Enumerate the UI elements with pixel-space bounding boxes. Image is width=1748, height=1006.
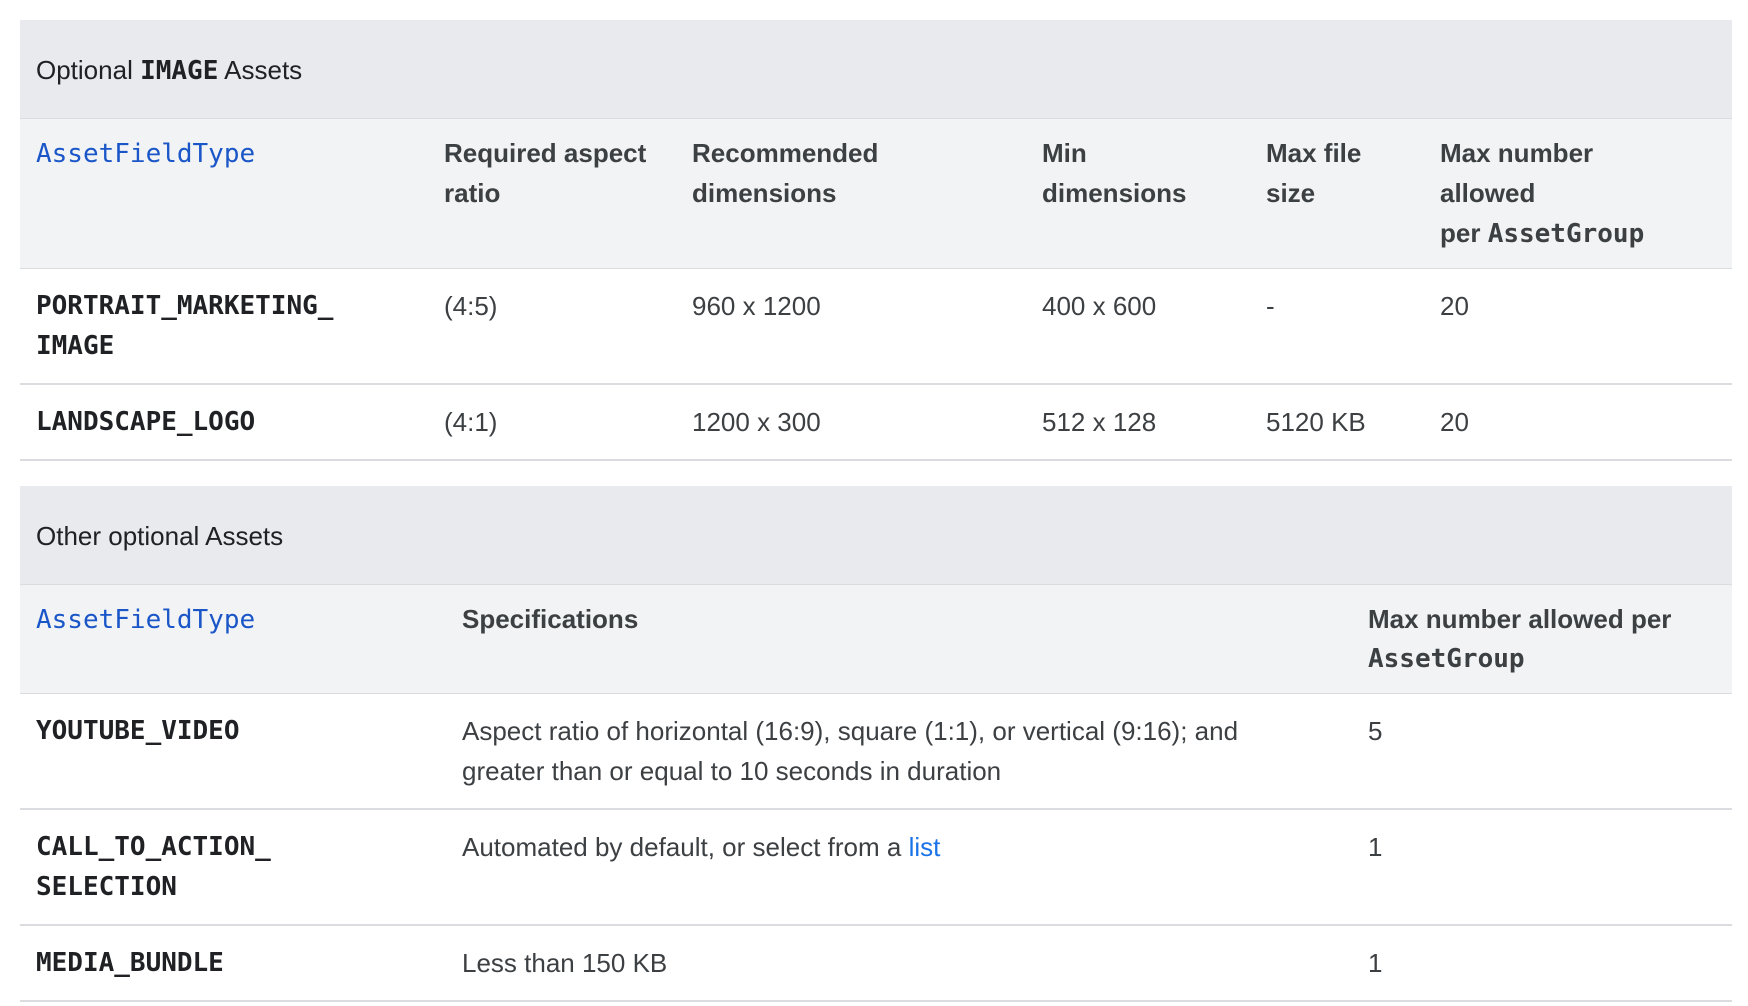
max-number-cell: 1 bbox=[1352, 925, 1732, 1002]
header-line: allowed bbox=[1440, 178, 1536, 208]
header-line: ratio bbox=[444, 178, 501, 208]
table-row: MEDIA_BUNDLE Less than 150 KB 1 bbox=[20, 925, 1732, 1002]
header-max-number: Max number allowed per AssetGroup bbox=[1424, 118, 1733, 269]
title-prefix: Optional bbox=[36, 54, 141, 85]
max-number-cell: 20 bbox=[1424, 384, 1733, 461]
header-line: size bbox=[1266, 178, 1316, 208]
header-prefix: per bbox=[1440, 218, 1488, 248]
table-row: PORTRAIT_MARKETING_ IMAGE (4:5) 960 x 12… bbox=[20, 268, 1733, 385]
field-type-line: CALL_TO_ACTION_ bbox=[36, 832, 271, 862]
header-specifications: Specifications bbox=[446, 584, 1352, 694]
list-link[interactable]: list bbox=[909, 832, 941, 862]
header-line: Max file bbox=[1266, 138, 1362, 168]
header-line: Max number bbox=[1440, 138, 1594, 168]
header-aspect-ratio: Required aspect ratio bbox=[428, 118, 676, 269]
min-dimensions-cell: 512 x 128 bbox=[1026, 384, 1250, 461]
spec-text: Automated by default, or select from a bbox=[462, 832, 909, 862]
asset-field-type-cell: YOUTUBE_VIDEO bbox=[20, 693, 446, 810]
header-line: Max number allowed per bbox=[1368, 604, 1672, 634]
max-number-cell: 1 bbox=[1352, 809, 1732, 926]
header-line: Min bbox=[1042, 138, 1087, 168]
header-line: dimensions bbox=[1042, 178, 1187, 208]
header-asset-field-type[interactable]: AssetFieldType bbox=[20, 118, 428, 269]
asset-field-type-cell: LANDSCAPE_LOGO bbox=[20, 384, 428, 461]
header-code: AssetGroup bbox=[1487, 219, 1645, 249]
header-code: AssetGroup bbox=[1368, 644, 1525, 674]
table-row: YOUTUBE_VIDEO Aspect ratio of horizontal… bbox=[20, 693, 1732, 810]
specifications-cell: Less than 150 KB bbox=[446, 925, 1352, 1002]
min-dimensions-cell: 400 x 600 bbox=[1026, 268, 1250, 385]
header-line: Required aspect bbox=[444, 138, 647, 168]
max-file-size-cell: 5120 KB bbox=[1250, 384, 1424, 461]
aspect-ratio-cell: (4:1) bbox=[428, 384, 676, 461]
table-row: CALL_TO_ACTION_ SELECTION Automated by d… bbox=[20, 809, 1732, 926]
asset-field-type-link[interactable]: AssetFieldType bbox=[36, 139, 255, 169]
recommended-dimensions-cell: 960 x 1200 bbox=[676, 268, 1026, 385]
field-type-line: SELECTION bbox=[36, 872, 177, 902]
other-table-title: Other optional Assets bbox=[20, 486, 1732, 585]
max-number-cell: 5 bbox=[1352, 693, 1732, 810]
header-line: Recommended bbox=[692, 138, 879, 168]
image-table-title: Optional IMAGE Assets bbox=[20, 20, 1733, 119]
header-max-number: Max number allowed per AssetGroup bbox=[1352, 584, 1732, 694]
other-table-header-row: AssetFieldType Specifications Max number… bbox=[20, 584, 1732, 694]
specifications-cell: Automated by default, or select from a l… bbox=[446, 809, 1352, 926]
other-assets-table: Other optional Assets AssetFieldType Spe… bbox=[20, 486, 1732, 1002]
max-file-size-cell: - bbox=[1250, 268, 1424, 385]
header-line: per AssetGroup bbox=[1440, 213, 1716, 254]
table-row: LANDSCAPE_LOGO (4:1) 1200 x 300 512 x 12… bbox=[20, 384, 1733, 461]
header-max-file-size: Max file size bbox=[1250, 118, 1424, 269]
image-assets-table: Optional IMAGE Assets AssetFieldType Req… bbox=[20, 20, 1733, 461]
recommended-dimensions-cell: 1200 x 300 bbox=[676, 384, 1026, 461]
field-type-line: PORTRAIT_MARKETING_ bbox=[36, 291, 334, 321]
other-table-title-row: Other optional Assets bbox=[20, 486, 1732, 585]
specifications-cell: Aspect ratio of horizontal (16:9), squar… bbox=[446, 693, 1352, 810]
asset-field-type-cell: MEDIA_BUNDLE bbox=[20, 925, 446, 1002]
title-code: IMAGE bbox=[140, 55, 219, 86]
header-recommended-dimensions: Recommended dimensions bbox=[676, 118, 1026, 269]
asset-field-type-cell: CALL_TO_ACTION_ SELECTION bbox=[20, 809, 446, 926]
title-suffix: Assets bbox=[218, 54, 303, 85]
max-number-cell: 20 bbox=[1424, 268, 1733, 385]
image-table-title-row: Optional IMAGE Assets bbox=[20, 20, 1733, 119]
header-line: dimensions bbox=[692, 178, 837, 208]
asset-field-type-link[interactable]: AssetFieldType bbox=[36, 605, 255, 635]
image-table-header-row: AssetFieldType Required aspect ratio Rec… bbox=[20, 118, 1733, 269]
header-min-dimensions: Min dimensions bbox=[1026, 118, 1250, 269]
aspect-ratio-cell: (4:5) bbox=[428, 268, 676, 385]
asset-field-type-cell: PORTRAIT_MARKETING_ IMAGE bbox=[20, 268, 428, 385]
header-asset-field-type[interactable]: AssetFieldType bbox=[20, 584, 446, 694]
field-type-line: IMAGE bbox=[36, 331, 115, 361]
